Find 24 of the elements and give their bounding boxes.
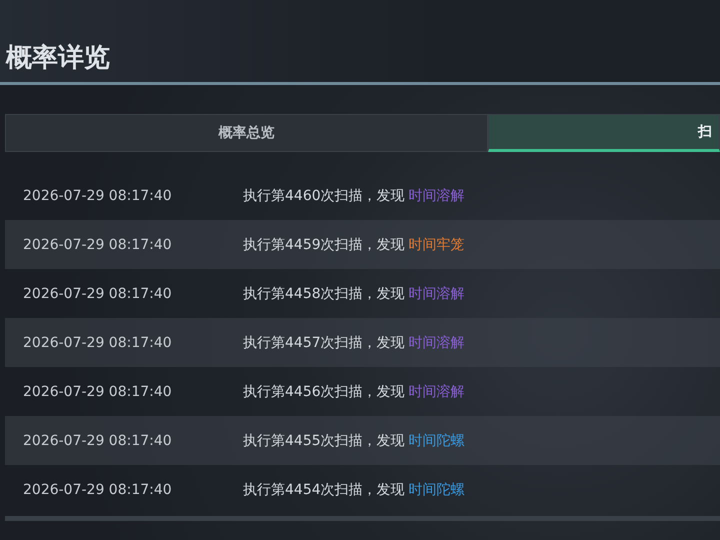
log-finding: 时间溶解 [408,334,465,352]
log-message: 执行第4455次扫描，发现 [243,432,405,450]
log-finding: 时间溶解 [408,284,465,302]
log-finding: 时间陀螺 [408,432,465,450]
log-time: 2026-07-29 08:17:40 [22,482,173,498]
log-message: 执行第4456次扫描，发现 [243,382,405,400]
log-time: 2026-07-29 08:17:40 [22,334,173,350]
log-message: 执行第4457次扫描，发现 [243,334,405,352]
log-finding: 时间陀螺 [408,480,465,498]
tab[interactable]: 概率总览 [5,114,488,152]
tab[interactable]: 扫 [488,114,720,152]
log-message: 执行第4458次扫描，发现 [243,284,405,302]
log-time: 2026-07-29 08:17:40 [22,286,173,302]
log-finding: 时间溶解 [408,186,465,204]
log-time: 2026-07-29 08:17:40 [22,432,173,448]
log-time: 2026-07-29 08:17:40 [22,384,173,400]
log-finding: 时间溶解 [408,382,465,400]
log-message: 执行第4454次扫描，发现 [243,480,405,498]
page-title: 概率详览 [4,42,110,75]
log-time: 2026-07-29 08:17:40 [22,236,173,252]
log-message: 执行第4459次扫描，发现 [243,236,405,254]
log-message: 执行第4460次扫描，发现 [243,186,405,204]
log-finding: 时间牢笼 [408,236,465,254]
log-time: 2026-07-29 08:17:40 [22,188,173,204]
